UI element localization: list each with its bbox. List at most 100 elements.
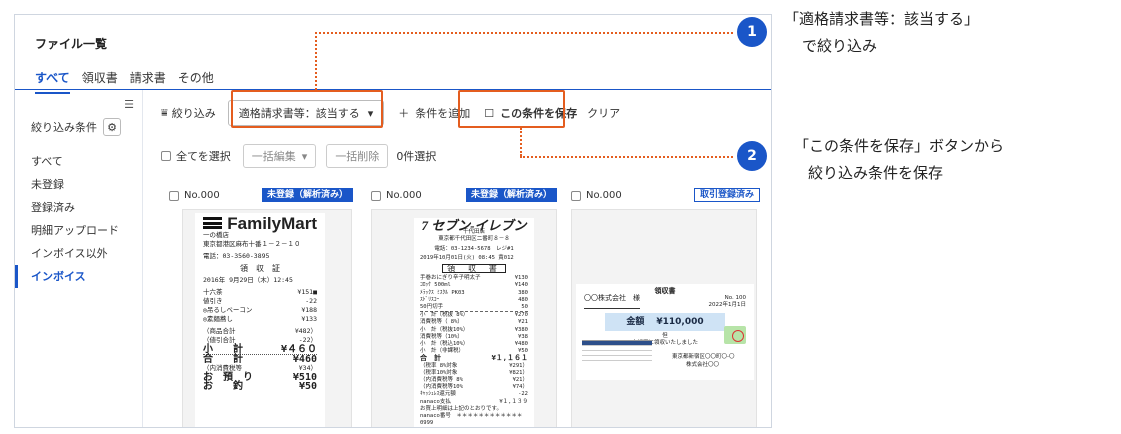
card-header: No.000	[571, 190, 622, 201]
receipt-item-row: ﾒﾗｯｸｽ ﾐｽｸﾙ PK03 380	[420, 289, 528, 296]
filter-icon: ⩸	[161, 106, 168, 119]
bulk-edit-label: 一括編集	[251, 150, 296, 163]
saved-filter-list: すべて 未登録 登録済み 明細アップロード インボイス以外 インボイス	[15, 150, 143, 288]
receipt-note: 但	[662, 333, 668, 339]
receipt-issuer-address: 東京都新宿区〇〇町〇-〇	[672, 354, 735, 360]
seven-eleven-receipt: 7 セブン-イレブン 千代田店 東京都千代田区二番町８－８ 電話：03-1234…	[414, 218, 534, 427]
save-condition-label: この条件を保存	[500, 107, 578, 120]
receipt-item-row: ｽﾄﾞﾘｽｺｰ 480	[420, 296, 528, 303]
receipt-thumbnail[interactable]: FamilyMart 一の橋店 東京都港区麻布十番１－２－１０ 電話：03-35…	[182, 209, 352, 427]
receipt-thumbnail[interactable]: 7 セブン-イレブン 千代田店 東京都千代田区二番町８－８ 電話：03-1234…	[371, 209, 557, 427]
card-checkbox[interactable]	[371, 190, 381, 201]
connector-1-horizontal	[315, 32, 733, 34]
filter-conditions-header: 絞り込み条件 ⚙	[31, 118, 121, 136]
filter-chip-label: 適格請求書等：該当する	[238, 107, 360, 120]
bulk-edit-button[interactable]: 一括編集 ▾	[242, 144, 317, 168]
card-header: No.000	[371, 190, 422, 201]
gear-icon[interactable]: ⚙	[103, 118, 121, 136]
sidebar-item-non-invoice[interactable]: インボイス以外	[15, 242, 143, 265]
file-list-window: ファイル一覧 すべて 領収書 請求書 その他 ☰ 絞り込み条件 ⚙ すべて 未登…	[14, 14, 772, 428]
receipt-breakdown-table	[582, 340, 652, 361]
receipt-total-row: 合 計 ¥460	[203, 354, 317, 365]
receipt-item-row: ◎吊るしベーコン ¥188	[203, 306, 317, 314]
step-2-note: 「この条件を保存」ボタンから 絞り込み条件を保存	[794, 133, 1004, 187]
card-number: No.000	[386, 190, 422, 201]
receipt-amount-box: 金額 ¥110,000	[605, 313, 725, 331]
connector-2-vertical	[520, 128, 522, 156]
step-1-note-line: 「適格請求書等：該当する」	[784, 10, 980, 28]
filter-toolbar: ⩸ 絞り込み 適格請求書等：該当する ▾ ＋ 条件を追加 ☐ この条件を保存 ク…	[161, 100, 620, 126]
card-checkbox[interactable]	[571, 190, 581, 201]
add-condition-label: 条件を追加	[415, 107, 471, 120]
step-1-note: 「適格請求書等：該当する」 で絞り込み	[784, 6, 979, 60]
seal-icon	[732, 330, 744, 342]
bulk-delete-button[interactable]: 一括削除	[326, 144, 389, 168]
receipt-recipient: 〇〇株式会社 様	[584, 295, 640, 309]
receipt-total-row: 合 計 ¥１,１６１	[420, 354, 528, 363]
card-number: No.000	[586, 190, 622, 201]
receipt-total-row: nanaco支払 ¥１,１３９	[420, 398, 528, 405]
receipt-line: 2019年10月01日(火) 08:45 責012	[420, 254, 514, 261]
select-all-label: 全てを選択	[176, 150, 231, 163]
select-all-checkbox[interactable]	[161, 151, 171, 161]
selection-bar: 全てを選択 一括編集 ▾ 一括削除 0件選択	[161, 144, 436, 168]
plus-icon: ＋	[398, 107, 410, 120]
receipt-total-row: ｷｬｯｼｭﾚｽ還元額 -22	[420, 391, 528, 398]
status-badge: 未登録（解析済み）	[466, 188, 558, 202]
status-badge: 未登録（解析済み）	[262, 188, 354, 202]
sidebar-item-registered[interactable]: 登録済み	[15, 196, 143, 219]
receipt-footer: お買上明細は上記のとおりです。	[420, 405, 502, 412]
sidebar-item-invoice[interactable]: インボイス	[15, 265, 143, 288]
receipt-total-row: 消費税等（10%） ¥38	[420, 333, 528, 340]
receipt-item-row: ｺﾛｯｹ 500ml ¥140	[420, 282, 528, 289]
receipt-date: 2022年1月1日	[708, 302, 747, 308]
receipt-title: 領 収 証	[240, 264, 280, 273]
chevron-down-icon: ▾	[367, 106, 374, 120]
card-header: No.000	[169, 190, 220, 201]
receipt-line: 電話：03-3560-3895	[203, 252, 270, 260]
card-number: No.000	[184, 190, 220, 201]
add-condition-button[interactable]: ＋ 条件を追加	[398, 105, 470, 121]
step-2-note-line: 絞り込み条件を保存	[808, 164, 944, 182]
step-2-note-line: 「この条件を保存」ボタンから	[794, 137, 1005, 155]
receipt-total-row: 消費税等（ 8%） ¥21	[420, 319, 528, 326]
filter-button[interactable]: ⩸ 絞り込み	[161, 105, 216, 121]
bookmark-icon: ☐	[484, 106, 495, 120]
familymart-logo-text: FamilyMart	[227, 213, 317, 233]
connector-2-horizontal	[520, 156, 733, 158]
receipt-amount: ¥110,000	[656, 316, 704, 327]
page-title: ファイル一覧	[35, 37, 108, 51]
sidebar-item-all[interactable]: すべて	[15, 150, 143, 173]
status-badge: 取引登録済み	[694, 188, 761, 202]
receipt-subtotal-row: （商品合計 ¥482）	[203, 327, 317, 335]
receipt-item-row: 十六茶 ¥151■	[203, 288, 317, 296]
chevron-down-icon: ▾	[301, 149, 308, 163]
filter-conditions-label: 絞り込み条件	[31, 121, 97, 134]
sidebar-item-unregistered[interactable]: 未登録	[15, 173, 143, 196]
receipt-issuer: 株式会社〇〇	[686, 362, 720, 368]
card-checkbox[interactable]	[169, 190, 179, 201]
qualified-invoice-filter-chip[interactable]: 適格請求書等：該当する ▾	[227, 100, 385, 126]
tab-other[interactable]: その他	[178, 69, 214, 94]
step-1-badge: 1	[737, 17, 767, 47]
collapse-menu-icon[interactable]: ☰	[124, 98, 134, 111]
formal-receipt: 領収書 〇〇株式会社 様 No. 100 2022年1月1日 金額 ¥110,0…	[576, 284, 754, 380]
receipt-date: 2016年 9月29日（木）12:45	[203, 276, 293, 284]
receipt-item-row: 50円切手 50	[420, 304, 528, 313]
receipt-amount-label: 金額	[626, 316, 645, 327]
save-condition-button[interactable]: ☐ この条件を保存	[484, 105, 577, 121]
familymart-logo-icon	[203, 217, 223, 229]
familymart-logo: FamilyMart	[203, 213, 317, 233]
receipt-total-row: 小 計（税抜10%） ¥380	[420, 326, 528, 333]
connector-1-vertical	[315, 32, 317, 90]
familymart-receipt: FamilyMart 一の橋店 東京都港区麻布十番１－２－１０ 電話：03-35…	[195, 213, 325, 427]
receipt-thumbnail[interactable]: 領収書 〇〇株式会社 様 No. 100 2022年1月1日 金額 ¥110,0…	[571, 209, 757, 427]
receipt-line: 東京都千代田区二番町８－８	[438, 236, 510, 243]
receipt-item-row: 値引き -22	[203, 297, 317, 305]
receipt-line: 東京都港区麻布十番１－２－１０	[203, 240, 301, 248]
step-1-note-line: で絞り込み	[802, 37, 878, 55]
receipt-line: 電話：03-1234-5678 レジ#1	[434, 245, 514, 252]
receipt-recipient-row: 〇〇株式会社 様 No. 100 2022年1月1日	[584, 295, 746, 309]
sidebar-item-statement-upload[interactable]: 明細アップロード	[15, 219, 143, 242]
clear-button[interactable]: クリア	[587, 105, 620, 121]
